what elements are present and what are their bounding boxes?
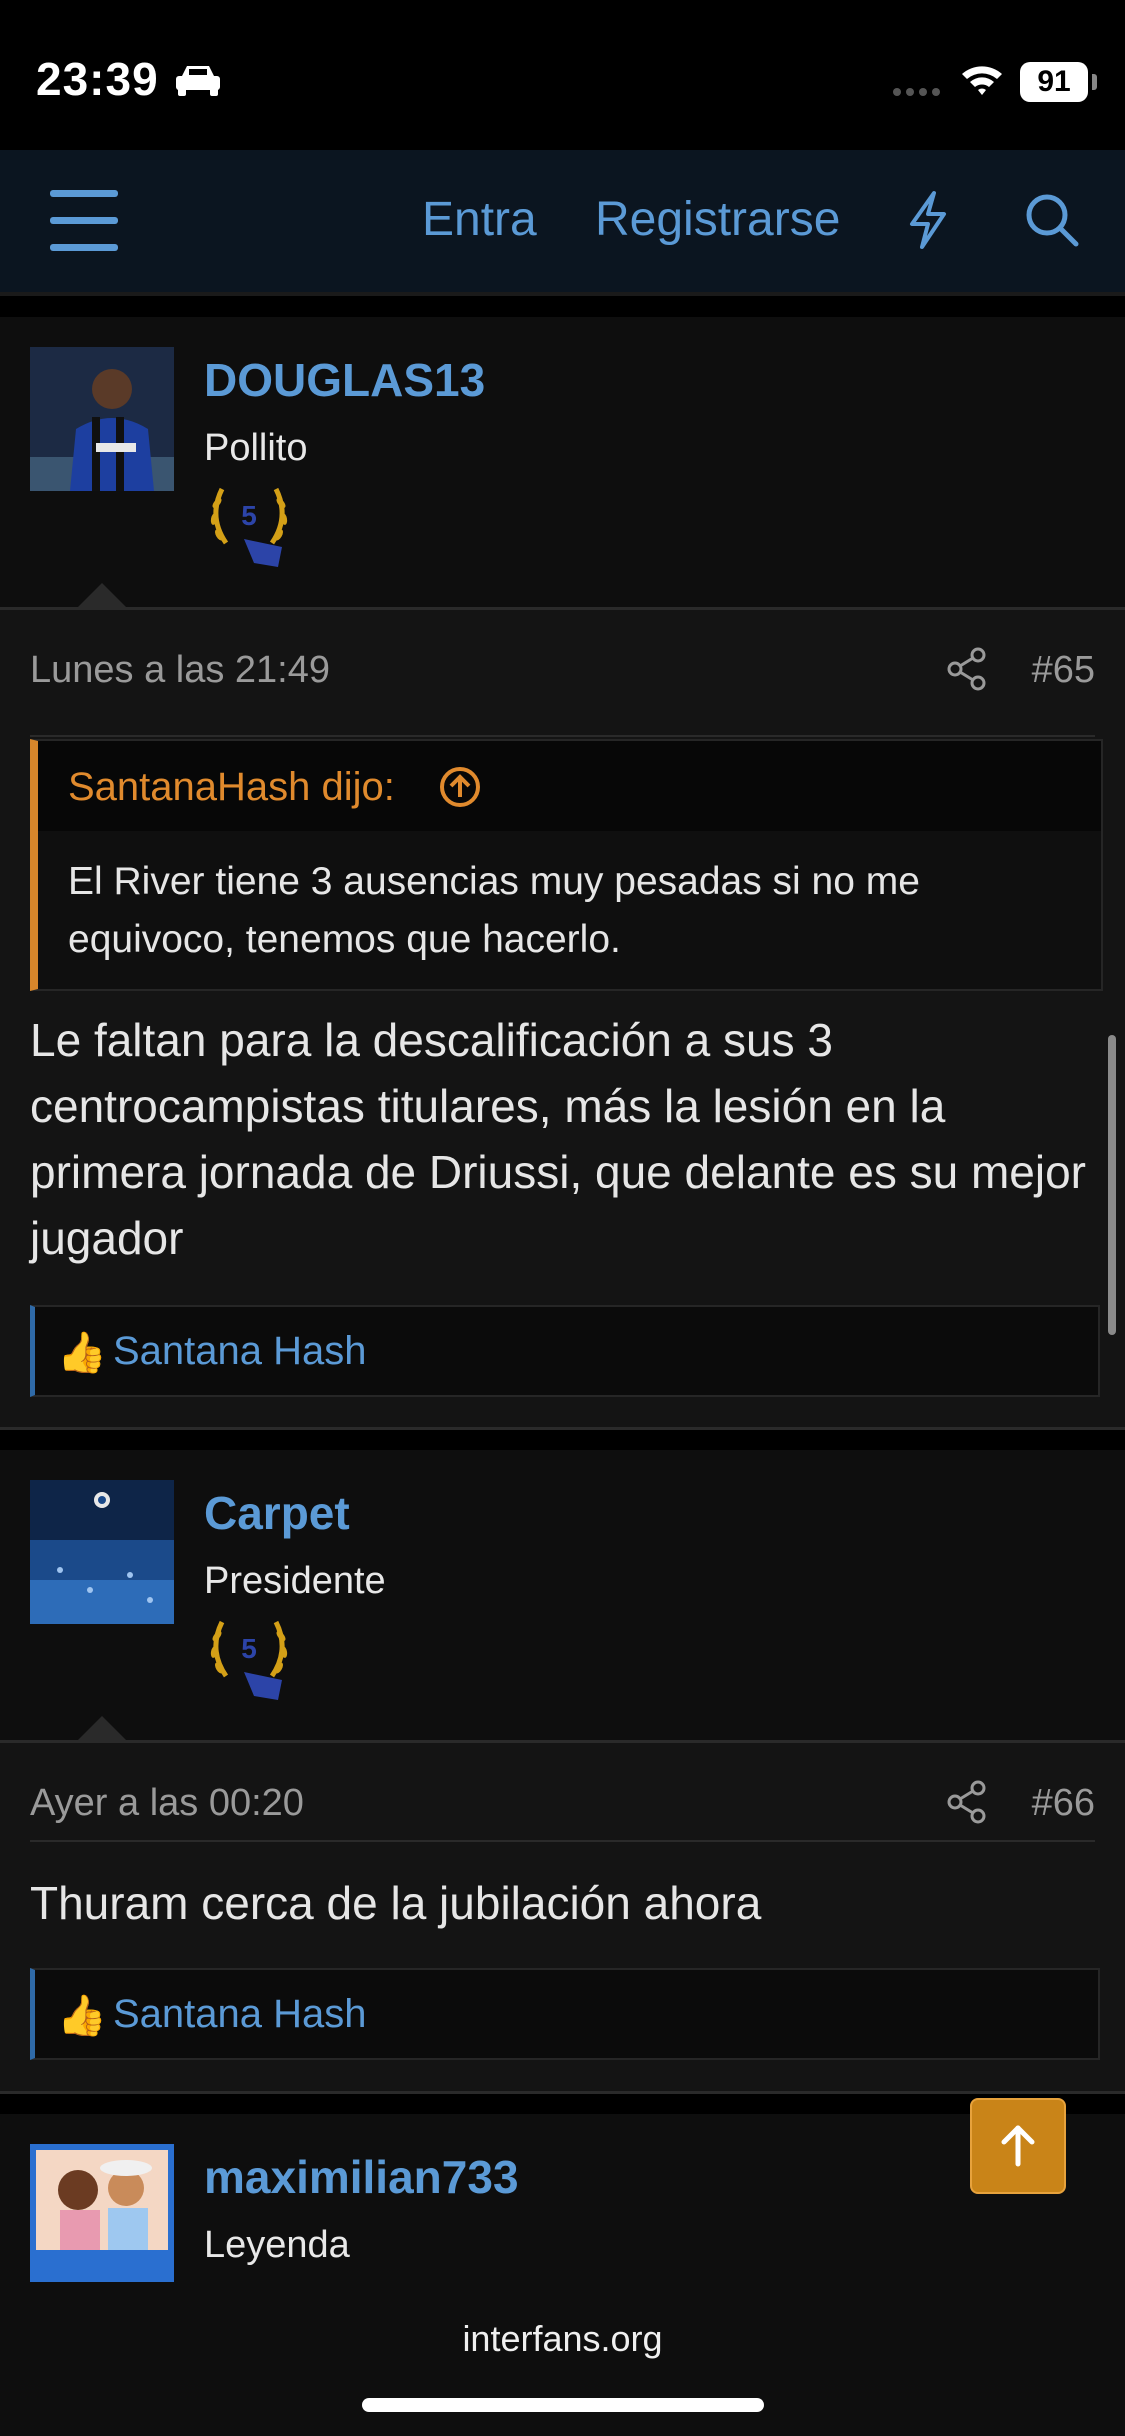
post-body: Le faltan para la descalificación a sus …	[30, 1014, 1086, 1264]
post-partial: maximilian733 Leyenda	[0, 2114, 1125, 2282]
address-bar-url[interactable]: interfans.org	[0, 2318, 1125, 2360]
thumbs-up-icon: 👍	[57, 1331, 107, 1375]
login-link[interactable]: Entra	[422, 192, 537, 247]
avatar[interactable]	[30, 347, 174, 491]
post-pointer	[78, 1716, 126, 1740]
battery-tip	[1092, 74, 1097, 90]
post-number[interactable]: #66	[1032, 1782, 1095, 1825]
signal-icon	[893, 88, 940, 96]
arrow-up-icon	[1001, 2125, 1035, 2167]
thumbs-up-icon: 👍	[57, 1994, 107, 2038]
quote-author[interactable]: SantanaHash dijo:	[68, 765, 395, 810]
post-66: Carpet Presidente 5 Ayer a las 00:20 #66…	[0, 1450, 1125, 2093]
reaction-bar[interactable]: 👍 Santana Hash	[30, 1968, 1100, 2060]
share-icon[interactable]	[945, 647, 989, 691]
post-body: Thuram cerca de la jubilación ahora	[30, 1877, 762, 1929]
bolt-icon[interactable]	[906, 190, 950, 250]
browser-bottom-bar: interfans.org	[0, 2282, 1125, 2436]
car-icon	[176, 66, 220, 96]
menu-icon[interactable]	[50, 190, 118, 252]
user-divider	[0, 1740, 1125, 1743]
post-user-block: maximilian733 Leyenda	[0, 2114, 1125, 2282]
post-number[interactable]: #65	[1032, 649, 1095, 692]
username[interactable]: maximilian733	[204, 2150, 519, 2204]
post-pointer	[78, 583, 126, 607]
quote-text: El River tiene 3 ausencias muy pesadas s…	[68, 860, 920, 961]
reaction-bar[interactable]: 👍 Santana Hash	[30, 1305, 1100, 1397]
post-user-block: Carpet Presidente 5	[0, 1450, 1125, 1740]
avatar[interactable]	[30, 1480, 174, 1624]
trophy-badge-icon: 5	[210, 1620, 288, 1700]
post-time[interactable]: Lunes a las 21:49	[30, 649, 330, 692]
trophy-badge-icon: 5	[210, 487, 288, 567]
username[interactable]: DOUGLAS13	[204, 353, 485, 407]
register-link[interactable]: Registrarse	[595, 192, 840, 247]
avatar[interactable]	[30, 2144, 174, 2282]
reaction-user[interactable]: Santana Hash	[113, 1992, 367, 2037]
scroll-to-top-button[interactable]	[970, 2098, 1066, 2194]
status-bar: 23:39 91	[0, 0, 1125, 150]
wifi-icon	[962, 66, 1002, 95]
badge-level: 5	[241, 500, 257, 531]
username[interactable]: Carpet	[204, 1486, 350, 1540]
meta-divider	[30, 1840, 1095, 1842]
status-time: 23:39	[36, 53, 159, 105]
battery-level: 91	[1020, 62, 1088, 102]
post-user-block: DOUGLAS13 Pollito 5	[0, 317, 1125, 607]
badge-level: 5	[241, 1633, 257, 1664]
search-icon[interactable]	[1022, 190, 1082, 250]
arrow-up-circle-icon[interactable]	[438, 765, 482, 809]
user-title: Presidente	[204, 1560, 386, 1602]
post-65: DOUGLAS13 Pollito 5 Lunes a las 21:49 #6…	[0, 317, 1125, 1429]
quote-block: SantanaHash dijo: El River tiene 3 ausen…	[30, 739, 1103, 991]
nav-divider	[0, 292, 1125, 296]
home-indicator[interactable]	[362, 2398, 764, 2412]
meta-divider	[30, 735, 1095, 737]
share-icon[interactable]	[945, 1780, 989, 1824]
post-time[interactable]: Ayer a las 00:20	[30, 1782, 304, 1825]
top-navigation: Entra Registrarse	[0, 150, 1125, 292]
user-divider	[0, 607, 1125, 610]
scrollbar[interactable]	[1108, 1035, 1116, 1335]
user-title: Pollito	[204, 427, 308, 469]
reaction-user[interactable]: Santana Hash	[113, 1329, 367, 1374]
quote-header: SantanaHash dijo:	[38, 741, 1101, 831]
user-title: Leyenda	[204, 2224, 350, 2266]
